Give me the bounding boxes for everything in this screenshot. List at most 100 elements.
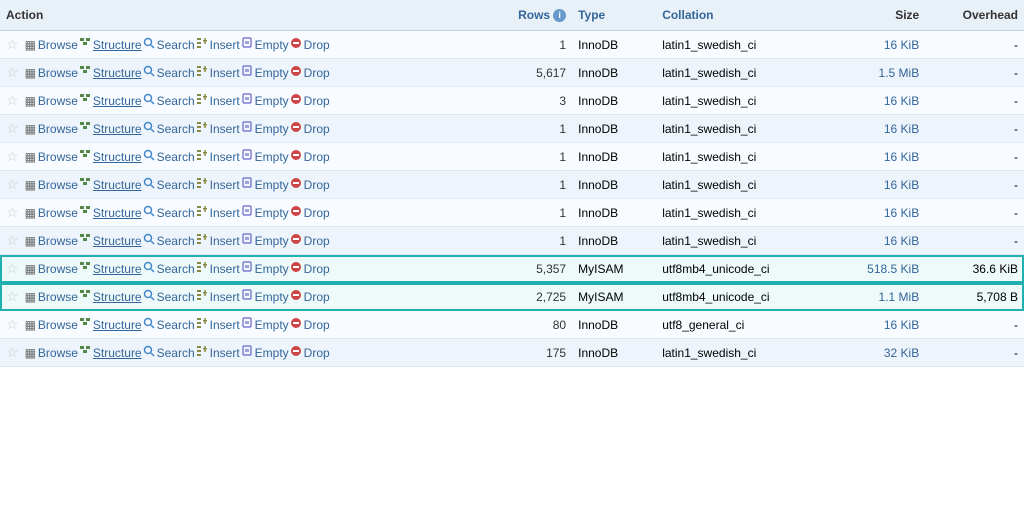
search-link[interactable]: Search	[143, 177, 195, 192]
search-link[interactable]: Search	[143, 37, 195, 52]
empty-link[interactable]: Empty	[241, 233, 289, 248]
browse-link[interactable]: ▦Browse	[25, 262, 78, 276]
search-link[interactable]: Search	[143, 205, 195, 220]
drop-link[interactable]: Drop	[290, 65, 330, 80]
browse-link[interactable]: ▦Browse	[25, 94, 78, 108]
browse-link[interactable]: ▦Browse	[25, 206, 78, 220]
insert-link[interactable]: Insert	[196, 345, 240, 360]
search-link[interactable]: Search	[143, 93, 195, 108]
browse-link[interactable]: ▦Browse	[25, 318, 78, 332]
search-link[interactable]: Search	[143, 65, 195, 80]
empty-link[interactable]: Empty	[241, 317, 289, 332]
size-cell: 518.5 KiB	[831, 255, 925, 283]
search-link[interactable]: Search	[143, 317, 195, 332]
structure-link[interactable]: Structure	[79, 149, 142, 164]
overhead-cell: -	[925, 31, 1024, 59]
empty-link[interactable]: Empty	[241, 37, 289, 52]
browse-link[interactable]: ▦Browse	[25, 150, 78, 164]
size-cell: 16 KiB	[831, 87, 925, 115]
insert-link[interactable]: Insert	[196, 121, 240, 136]
insert-link[interactable]: Insert	[196, 261, 240, 276]
structure-label: Structure	[93, 262, 142, 276]
structure-link[interactable]: Structure	[79, 205, 142, 220]
empty-link[interactable]: Empty	[241, 65, 289, 80]
search-label: Search	[157, 178, 195, 192]
insert-link[interactable]: Insert	[196, 317, 240, 332]
favorite-star[interactable]: ☆	[6, 344, 19, 360]
structure-link[interactable]: Structure	[79, 121, 142, 136]
rows-info-icon[interactable]: i	[553, 9, 566, 22]
favorite-star[interactable]: ☆	[6, 204, 19, 220]
favorite-star[interactable]: ☆	[6, 316, 19, 332]
empty-link[interactable]: Empty	[241, 121, 289, 136]
empty-link[interactable]: Empty	[241, 205, 289, 220]
search-label: Search	[157, 94, 195, 108]
drop-link[interactable]: Drop	[290, 317, 330, 332]
insert-link[interactable]: Insert	[196, 65, 240, 80]
structure-link[interactable]: Structure	[79, 65, 142, 80]
structure-link[interactable]: Structure	[79, 37, 142, 52]
empty-link[interactable]: Empty	[241, 289, 289, 304]
drop-link[interactable]: Drop	[290, 93, 330, 108]
structure-link[interactable]: Structure	[79, 345, 142, 360]
favorite-star[interactable]: ☆	[6, 232, 19, 248]
drop-link[interactable]: Drop	[290, 205, 330, 220]
empty-link[interactable]: Empty	[241, 177, 289, 192]
drop-link[interactable]: Drop	[290, 289, 330, 304]
favorite-star[interactable]: ☆	[6, 120, 19, 136]
structure-label: Structure	[93, 94, 142, 108]
structure-link[interactable]: Structure	[79, 317, 142, 332]
insert-label: Insert	[210, 150, 240, 164]
favorite-star[interactable]: ☆	[6, 92, 19, 108]
browse-link[interactable]: ▦Browse	[25, 178, 78, 192]
drop-link[interactable]: Drop	[290, 261, 330, 276]
structure-link[interactable]: Structure	[79, 93, 142, 108]
search-link[interactable]: Search	[143, 345, 195, 360]
empty-link[interactable]: Empty	[241, 149, 289, 164]
insert-link[interactable]: Insert	[196, 289, 240, 304]
browse-link[interactable]: ▦Browse	[25, 346, 78, 360]
favorite-star[interactable]: ☆	[6, 64, 19, 80]
insert-link[interactable]: Insert	[196, 177, 240, 192]
favorite-star[interactable]: ☆	[6, 176, 19, 192]
structure-link[interactable]: Structure	[79, 289, 142, 304]
structure-link[interactable]: Structure	[79, 233, 142, 248]
drop-link[interactable]: Drop	[290, 121, 330, 136]
insert-link[interactable]: Insert	[196, 37, 240, 52]
empty-link[interactable]: Empty	[241, 345, 289, 360]
insert-link[interactable]: Insert	[196, 149, 240, 164]
insert-link[interactable]: Insert	[196, 205, 240, 220]
favorite-star[interactable]: ☆	[6, 260, 19, 276]
structure-link[interactable]: Structure	[79, 177, 142, 192]
search-link[interactable]: Search	[143, 289, 195, 304]
empty-link[interactable]: Empty	[241, 261, 289, 276]
drop-link[interactable]: Drop	[290, 37, 330, 52]
favorite-star[interactable]: ☆	[6, 148, 19, 164]
browse-link[interactable]: ▦Browse	[25, 122, 78, 136]
structure-link[interactable]: Structure	[79, 261, 142, 276]
drop-link[interactable]: Drop	[290, 233, 330, 248]
drop-link[interactable]: Drop	[290, 149, 330, 164]
drop-link[interactable]: Drop	[290, 345, 330, 360]
search-link[interactable]: Search	[143, 233, 195, 248]
table-row: ☆▦BrowseStructureSearchInsertEmptyDrop5,…	[0, 255, 1024, 283]
favorite-star[interactable]: ☆	[6, 36, 19, 52]
search-link[interactable]: Search	[143, 261, 195, 276]
browse-link[interactable]: ▦Browse	[25, 66, 78, 80]
search-link[interactable]: Search	[143, 121, 195, 136]
search-label: Search	[157, 290, 195, 304]
search-link[interactable]: Search	[143, 149, 195, 164]
search-icon	[143, 37, 155, 52]
drop-link[interactable]: Drop	[290, 177, 330, 192]
favorite-star[interactable]: ☆	[6, 288, 19, 304]
drop-icon	[290, 37, 302, 52]
size-cell: 1.1 MiB	[831, 283, 925, 311]
browse-link[interactable]: ▦Browse	[25, 38, 78, 52]
insert-link[interactable]: Insert	[196, 233, 240, 248]
browse-label: Browse	[38, 234, 78, 248]
browse-link[interactable]: ▦Browse	[25, 290, 78, 304]
browse-link[interactable]: ▦Browse	[25, 234, 78, 248]
insert-link[interactable]: Insert	[196, 93, 240, 108]
empty-link[interactable]: Empty	[241, 93, 289, 108]
size-header: Size	[831, 0, 925, 31]
